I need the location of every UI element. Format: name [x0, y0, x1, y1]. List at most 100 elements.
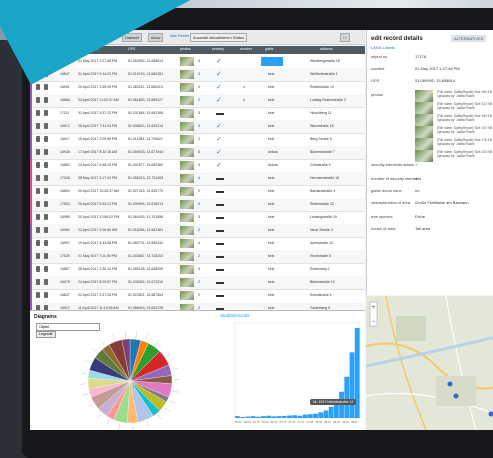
edit-icon[interactable]	[36, 123, 40, 129]
menu-icon[interactable]	[44, 110, 48, 116]
record-photo[interactable]	[415, 126, 433, 138]
histogram-bar[interactable]	[329, 407, 334, 418]
histogram-bar[interactable]	[261, 416, 266, 418]
photo-thumbnail[interactable]	[180, 135, 194, 144]
field-value[interactable]: 17176	[415, 54, 426, 59]
table-row[interactable]: 1698520 April 2017 12:58:02 PM51.064418,…	[30, 211, 365, 225]
edit-icon[interactable]	[36, 201, 40, 207]
all-fields-link[interactable]: Alle Felder	[170, 33, 189, 38]
photo-thumbnail[interactable]	[180, 174, 194, 183]
edit-icon[interactable]	[36, 240, 40, 246]
record-photo[interactable]	[415, 114, 433, 126]
show-button[interactable]: show	[148, 33, 163, 42]
photo-thumbnail[interactable]	[180, 148, 194, 157]
edit-icon[interactable]	[36, 175, 40, 181]
photo-thumbnail[interactable]	[180, 226, 194, 235]
col-gable[interactable]: gable	[265, 47, 274, 51]
table-row[interactable]: 1691715 April 2017 2:09:55 PM51.011984, …	[30, 133, 365, 147]
photo-thumbnail[interactable]	[180, 96, 194, 105]
alternatives-tab[interactable]: ALTERNATIVES	[451, 35, 486, 42]
menu-icon[interactable]	[44, 292, 48, 298]
record-photo[interactable]	[415, 150, 433, 162]
window-controls[interactable]: ▫ ▫	[340, 33, 350, 42]
field-value[interactable]: ✓	[415, 162, 418, 167]
histogram-bar[interactable]	[324, 411, 329, 419]
photo-thumbnail[interactable]	[180, 213, 194, 222]
histogram-bar[interactable]	[235, 416, 240, 418]
histogram-bar[interactable]	[313, 414, 318, 418]
histogram-bar[interactable]	[282, 416, 287, 418]
menu-icon[interactable]	[44, 162, 48, 168]
photo-thumbnail[interactable]	[180, 57, 194, 66]
photo-thumbnail[interactable]	[180, 109, 194, 118]
table-row[interactable]: 1702501 May 2017 7:11:39 PM51.033667, 13…	[30, 250, 365, 264]
table-row[interactable]: 1700326 April 2017 5:33:21 PM51.039904, …	[30, 198, 365, 212]
histogram-bar[interactable]	[245, 417, 250, 419]
edit-icon[interactable]	[36, 188, 40, 194]
menu-icon[interactable]	[44, 123, 48, 129]
record-photo[interactable]	[415, 90, 433, 102]
col-number[interactable]: number	[240, 47, 252, 51]
photo-thumbnail[interactable]	[180, 291, 194, 300]
field-value[interactable]: Eiche	[415, 214, 425, 219]
edit-icon[interactable]	[36, 97, 40, 103]
photo-thumbnail[interactable]	[180, 83, 194, 92]
edit-icon[interactable]	[36, 227, 40, 233]
edit-icon[interactable]	[36, 292, 40, 298]
histogram-bar[interactable]	[355, 328, 360, 418]
photo-thumbnail[interactable]	[180, 187, 194, 196]
photo-thumbnail[interactable]	[180, 239, 194, 248]
field-value[interactable]: no	[415, 188, 419, 193]
table-row[interactable]: 1699719 April 2017 4:44:08 PM51.050731, …	[30, 237, 365, 251]
field-value[interactable]: 4	[415, 176, 417, 181]
histogram-bar[interactable]	[271, 416, 276, 418]
photo-thumbnail[interactable]	[180, 161, 194, 170]
table-row[interactable]: 1691228 April 2017 7:41:03 PM51.048622, …	[30, 120, 365, 134]
edit-panel-subtitle[interactable]: LANG Labels	[371, 45, 395, 50]
edit-icon[interactable]	[36, 214, 40, 220]
table-row[interactable]: 1684701 April 2017 9:14:31 PM51.019743, …	[30, 68, 365, 82]
photo-thumbnail[interactable]	[180, 265, 194, 274]
table-row[interactable]: 1685214 April 2017 6:48:29 PM51.042577, …	[30, 159, 365, 173]
menu-icon[interactable]	[44, 214, 48, 220]
menu-icon[interactable]	[44, 253, 48, 259]
record-photo[interactable]	[415, 102, 433, 114]
field-value[interactable]: Große Freifläche am Bauzaun	[415, 200, 469, 205]
menu-icon[interactable]	[44, 240, 48, 246]
table-row[interactable]: 1702808 May 2017 3:17:44 PM51.055213, 13…	[30, 172, 365, 186]
histogram-bar[interactable]	[240, 417, 245, 418]
histogram-bar[interactable]	[277, 416, 282, 418]
histogram-bar[interactable]	[256, 417, 261, 418]
edit-icon[interactable]	[36, 266, 40, 272]
field-value[interactable]: Tell area	[415, 226, 430, 231]
edit-icon[interactable]	[36, 136, 40, 142]
histogram-bar[interactable]	[350, 352, 355, 418]
table-row[interactable]: 1721101 April 2017 4:37:12 PM51.031884, …	[30, 107, 365, 121]
table-row[interactable]: 1696022 April 2017 9:26:50 AM51.018256, …	[30, 224, 365, 238]
menu-icon[interactable]	[44, 175, 48, 181]
menu-icon[interactable]	[44, 84, 48, 90]
table-row[interactable]: 1686705 April 2017 1:30:14 PM51.059128, …	[30, 263, 365, 277]
histogram-bar[interactable]	[344, 377, 349, 418]
edit-icon[interactable]	[36, 84, 40, 90]
menu-icon[interactable]	[44, 266, 48, 272]
col-security[interactable]: security	[212, 47, 224, 51]
menu-icon[interactable]	[44, 188, 48, 194]
table-row[interactable]: 1691211 April 2017 11:19:45 AM51.066043,…	[30, 302, 365, 310]
menu-icon[interactable]	[44, 97, 48, 103]
histogram-bar[interactable]	[287, 416, 292, 418]
status-select[interactable]: Auswahl aktualisieren Status	[190, 33, 247, 42]
table-row[interactable]: 1684702 April 2017 2:47:26 PM51.022801, …	[30, 289, 365, 303]
menu-icon[interactable]	[44, 201, 48, 207]
photo-thumbnail[interactable]	[180, 122, 194, 131]
histogram-bar[interactable]	[318, 412, 323, 418]
menu-icon[interactable]	[44, 136, 48, 142]
menu-icon[interactable]	[44, 149, 48, 155]
field-value[interactable]: 01 May 2017 1:27:48 PM	[415, 66, 460, 71]
edit-icon[interactable]	[36, 162, 40, 168]
histogram-bar[interactable]	[266, 416, 271, 418]
edit-icon[interactable]	[36, 149, 40, 155]
selected-cell[interactable]	[261, 57, 283, 66]
histogram-bar[interactable]	[308, 414, 313, 418]
col-gps[interactable]: GPS	[128, 47, 135, 51]
